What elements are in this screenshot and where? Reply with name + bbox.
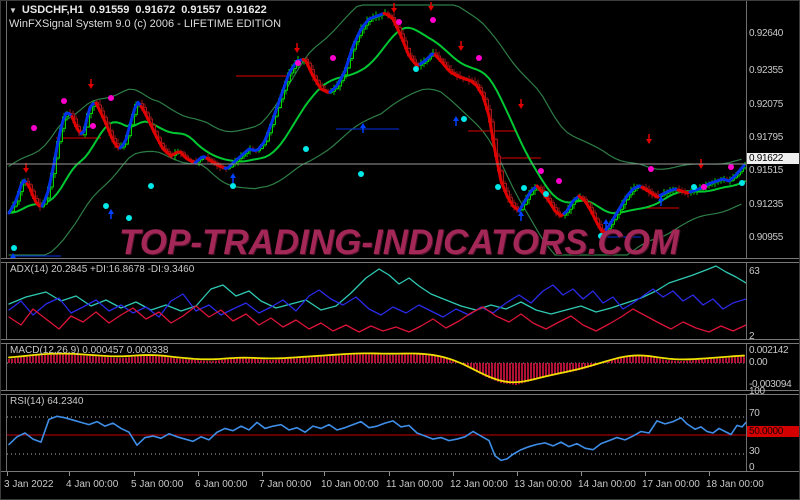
time-label: 12 Jan 00:00	[450, 479, 508, 490]
macd-label: MACD(12,26,9) 0.000457 0.000338	[10, 345, 169, 356]
symbol-label: USDCHF,H1	[21, 4, 84, 16]
time-tick	[134, 472, 135, 476]
time-label: 10 Jan 00:00	[321, 479, 379, 490]
rsi-panel[interactable]	[7, 415, 746, 462]
time-label: 3 Jan 2022	[4, 479, 54, 490]
mt4-chart-window: ▼ USDCHF,H1 0.91559 0.91672 0.91557 0.91622 W…	[0, 0, 800, 500]
chart-left-border	[6, 1, 7, 472]
time-tick	[389, 472, 390, 476]
time-label: 18 Jan 00:00	[706, 479, 764, 490]
scale-label-highlight: 0.91622	[747, 153, 799, 164]
scale-label: 0.00	[749, 357, 768, 368]
panel-splitter-macd-rsi[interactable]	[1, 390, 799, 395]
scale-label: 0.91515	[749, 165, 784, 176]
adx-panel[interactable]	[8, 265, 746, 333]
scale-label: 0.92355	[749, 65, 784, 76]
scale-label: 0.92640	[749, 28, 784, 39]
price-scale[interactable]: 0.92640 0.92355 0.92075 0.91795 0.91622 0.915…	[747, 1, 799, 473]
scale-label: 70	[749, 408, 760, 419]
symbol-dropdown-icon[interactable]: ▼	[9, 6, 17, 15]
system-edition-label: WinFXSignal System 9.0 (c) 2006 - LIFETI…	[9, 18, 282, 30]
adx-label: ADX(14) 20.2845 +DI:16.8678 -DI:9.3460	[10, 264, 195, 275]
time-axis[interactable]: 3 Jan 2022 4 Jan 00:00 5 Jan 00:00 6 Jan 00…	[1, 472, 799, 499]
scale-label: 30	[749, 446, 760, 457]
time-label: 4 Jan 00:00	[66, 479, 119, 490]
slow-ma-line	[8, 26, 746, 215]
scale-label: 0.002142	[749, 345, 789, 356]
low-value: 0.91557	[181, 4, 221, 16]
open-value: 0.91559	[89, 4, 130, 16]
adx-series-+DI	[8, 284, 746, 318]
scale-label: 0.91235	[749, 199, 784, 210]
rsi-label: RSI(14) 64.2340	[10, 396, 84, 407]
time-tick	[198, 472, 199, 476]
scale-label: 2	[749, 331, 755, 342]
scale-label: 0.91795	[749, 132, 784, 143]
time-tick	[262, 472, 263, 476]
time-tick	[581, 472, 582, 476]
bollinger-bands	[8, 4, 742, 256]
scale-label: 0.90955	[749, 232, 784, 243]
chart-header: ▼ USDCHF,H1 0.91559 0.91672 0.91557 0.91622	[9, 4, 267, 16]
time-label: 11 Jan 00:00	[386, 479, 444, 490]
macd-panel[interactable]	[7, 352, 746, 385]
time-label: 14 Jan 00:00	[578, 479, 636, 490]
time-label: 13 Jan 00:00	[514, 479, 572, 490]
close-value: 0.91622	[226, 4, 267, 16]
time-tick	[453, 472, 454, 476]
time-tick	[69, 472, 70, 476]
time-tick	[324, 472, 325, 476]
time-tick	[7, 472, 8, 476]
signal-dots	[11, 17, 745, 251]
scale-label-highlight: 50.0000	[747, 426, 799, 437]
time-label: 6 Jan 00:00	[195, 479, 248, 490]
time-label: 5 Jan 00:00	[131, 479, 184, 490]
scale-label: 0.92075	[749, 99, 784, 110]
scale-label: 63	[749, 266, 760, 277]
time-tick	[645, 472, 646, 476]
time-label: 7 Jan 00:00	[259, 479, 312, 490]
watermark-text: TOP-TRADING-INDICATORS.COM	[119, 223, 679, 262]
macd-histogram	[8, 354, 745, 385]
panel-splitter-adx-macd[interactable]	[1, 339, 799, 344]
high-value: 0.91672	[135, 4, 176, 16]
scale-label: 100	[749, 386, 765, 397]
time-tick	[517, 472, 518, 476]
adx-series--DI	[8, 305, 746, 333]
time-tick	[709, 472, 710, 476]
time-label: 17 Jan 00:00	[642, 479, 700, 490]
